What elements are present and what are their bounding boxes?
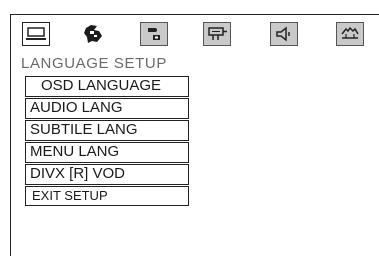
menu-item-subtitle-lang[interactable]: SUBTILE LANG	[25, 120, 189, 141]
speaker-settings-icon[interactable]	[140, 22, 168, 46]
menu-item-exit-setup[interactable]: EXIT SETUP	[25, 186, 189, 206]
video-plug-icon[interactable]	[203, 22, 231, 46]
monitor-icon[interactable]	[22, 22, 50, 46]
language-icon[interactable]	[80, 22, 108, 46]
menu-item-osd-language[interactable]: OSD LANGUAGE	[25, 76, 189, 97]
page-title: LANGUAGE SETUP	[21, 55, 167, 72]
setup-icon-bar	[22, 22, 376, 48]
language-setup-menu: OSD LANGUAGE AUDIO LANG SUBTILE LANG MEN…	[25, 76, 189, 207]
menu-item-menu-lang[interactable]: MENU LANG	[25, 142, 189, 163]
menu-item-divx-vod[interactable]: DIVX [R] VOD	[25, 164, 189, 185]
menu-item-audio-lang[interactable]: AUDIO LANG	[25, 98, 189, 119]
audio-speaker-icon[interactable]	[270, 22, 298, 46]
preference-icon[interactable]	[336, 22, 364, 46]
